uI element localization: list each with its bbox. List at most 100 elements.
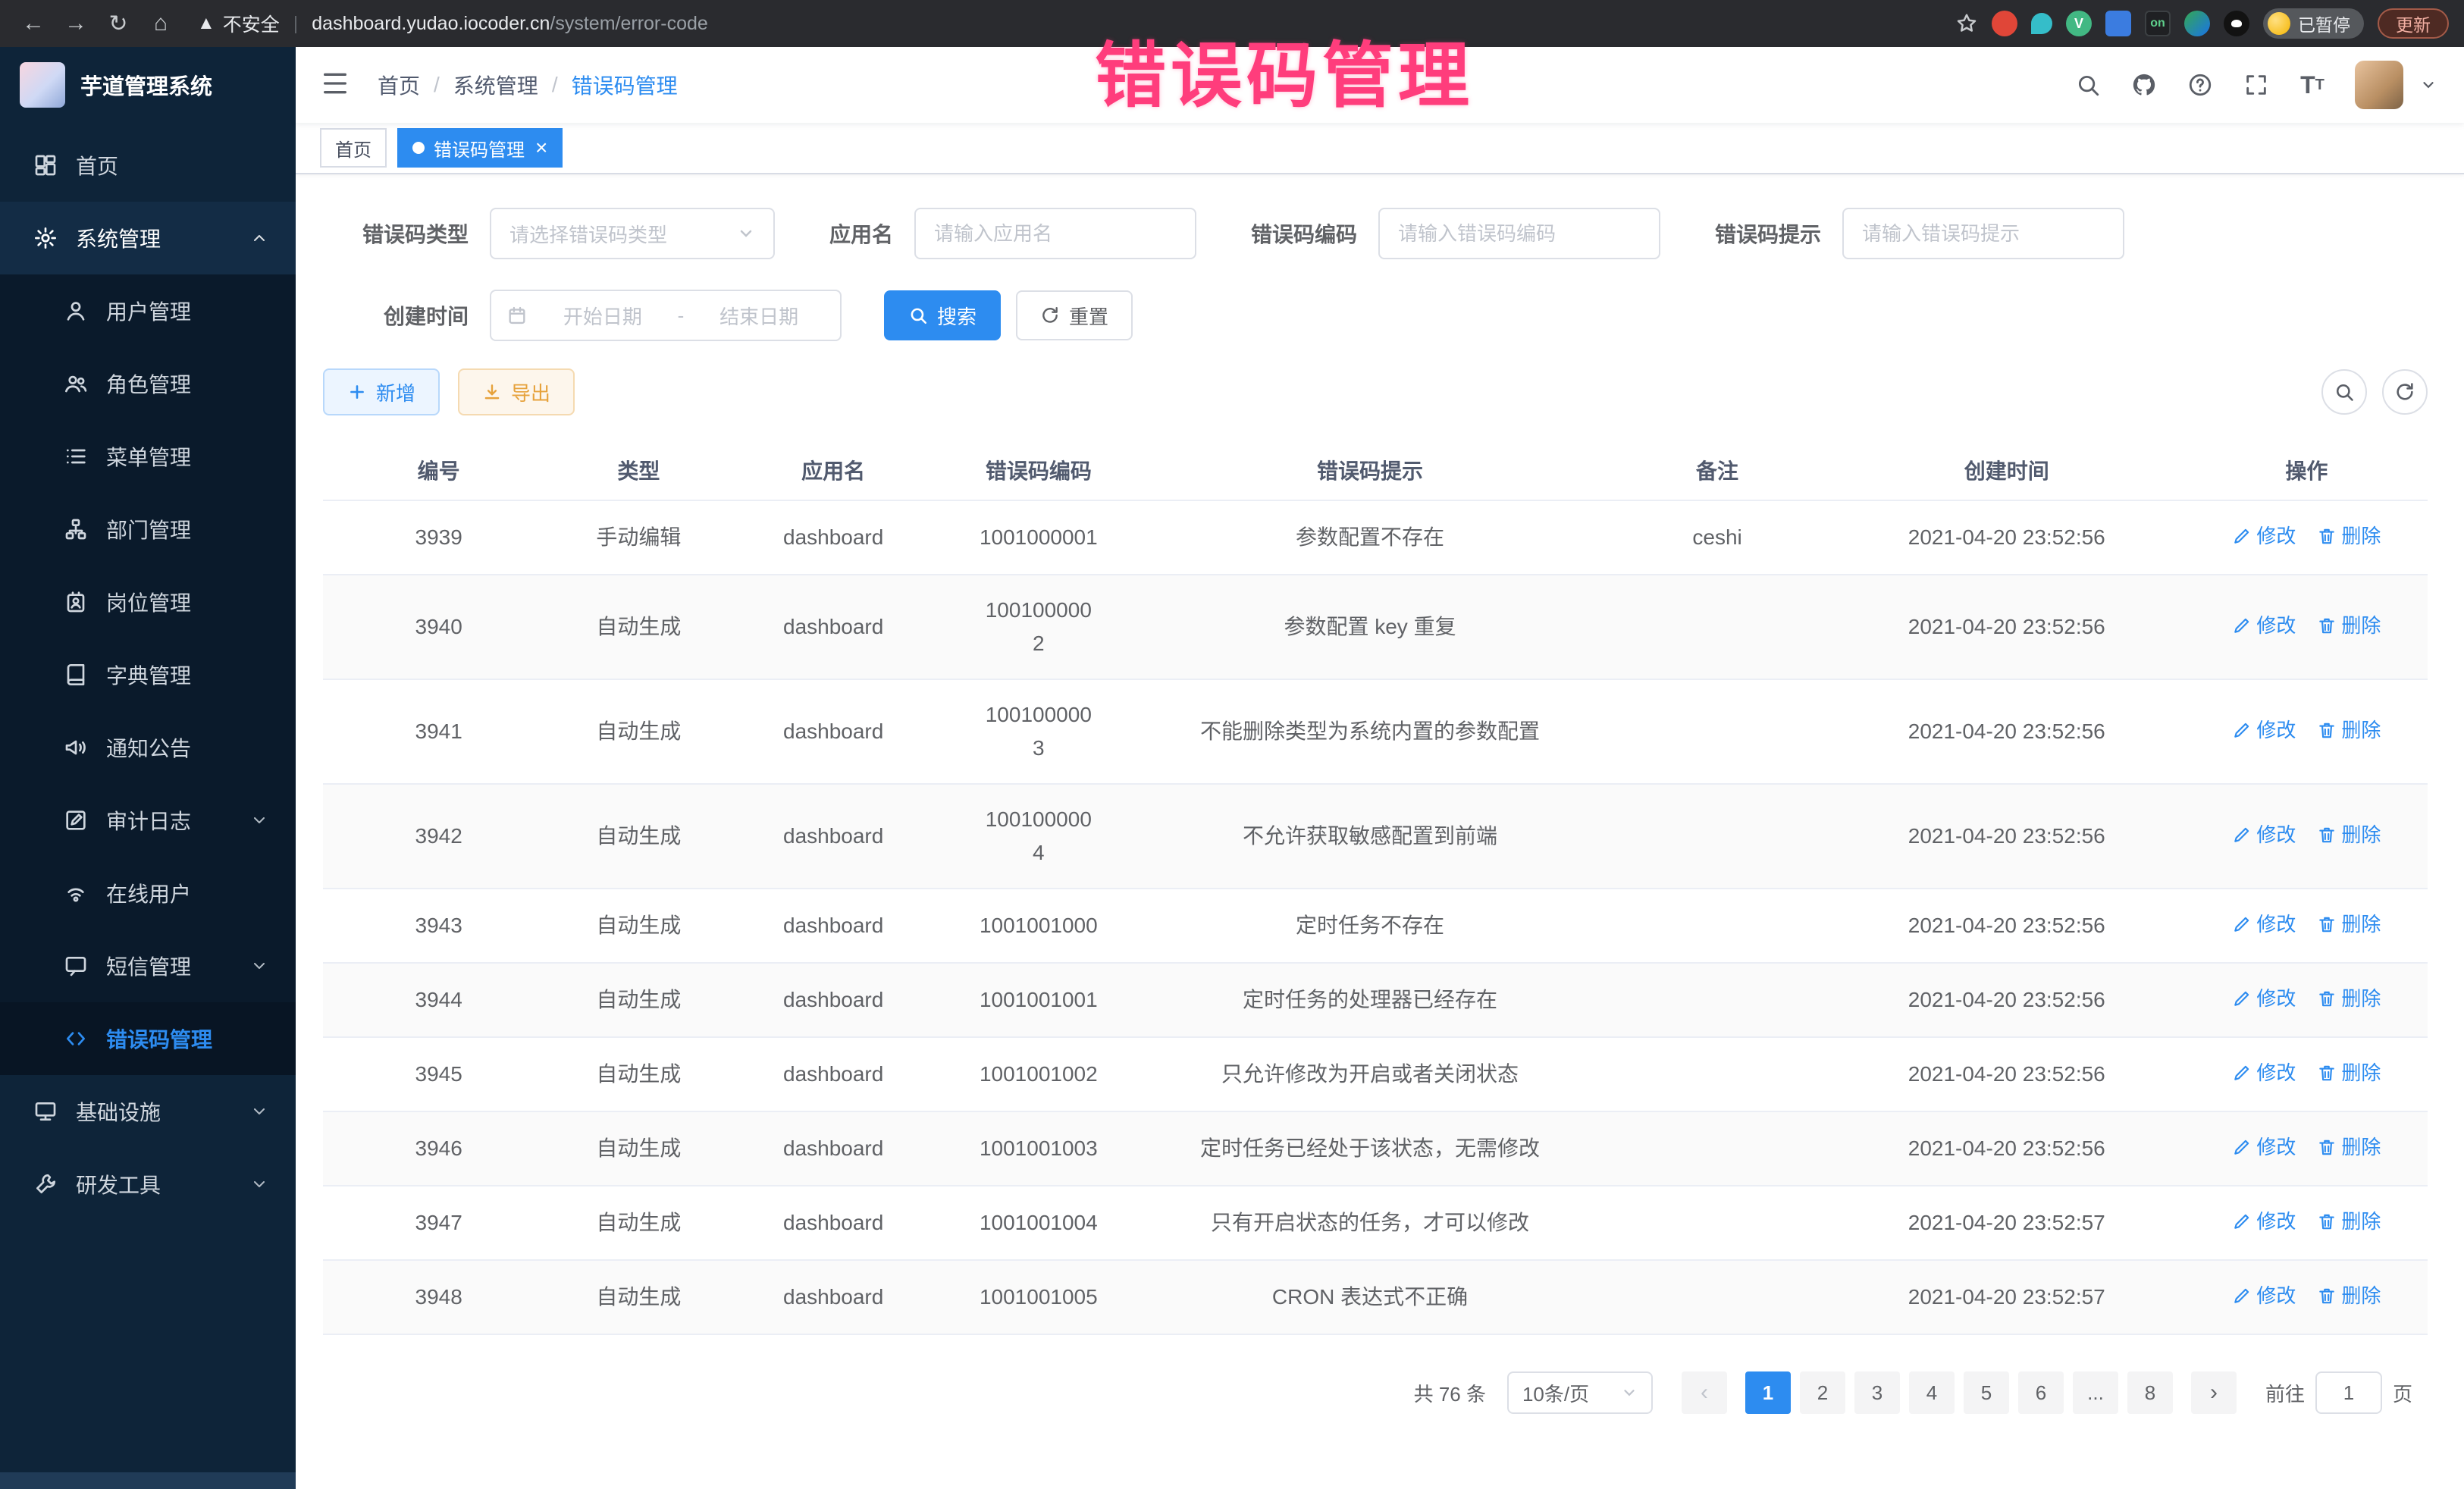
- help-icon[interactable]: [2180, 65, 2220, 105]
- cell-id: 3940: [323, 575, 554, 679]
- add-button[interactable]: 新增: [323, 368, 440, 415]
- sidebar-item[interactable]: 审计日志: [0, 784, 296, 857]
- sidebar-item[interactable]: 岗位管理: [0, 566, 296, 638]
- cell-error-hint: CRON 表达式不正确: [1133, 1260, 1607, 1334]
- cell-remark: [1607, 575, 1827, 679]
- edit-link[interactable]: 修改: [2232, 1279, 2296, 1312]
- delete-link[interactable]: 删除: [2317, 908, 2381, 941]
- error-hint-input[interactable]: [1842, 208, 2124, 259]
- edit-link[interactable]: 修改: [2232, 982, 2296, 1015]
- delete-link[interactable]: 删除: [2317, 818, 2381, 851]
- refresh-button[interactable]: [2382, 369, 2428, 415]
- page-button[interactable]: 4: [1909, 1371, 1955, 1414]
- delete-link[interactable]: 删除: [2317, 1130, 2381, 1164]
- edit-link[interactable]: 修改: [2232, 818, 2296, 851]
- green-blue-extension-icon[interactable]: [2184, 11, 2210, 36]
- export-button[interactable]: 导出: [458, 368, 575, 415]
- next-page-button[interactable]: ›: [2191, 1371, 2237, 1414]
- page-size-select[interactable]: 10条/页: [1507, 1371, 1653, 1414]
- edit-link[interactable]: 修改: [2232, 609, 2296, 642]
- fullscreen-icon[interactable]: [2237, 65, 2276, 105]
- sidebar-item[interactable]: 错误码管理: [0, 1002, 296, 1075]
- delete-link[interactable]: 删除: [2317, 1205, 2381, 1238]
- edit-link[interactable]: 修改: [2232, 1205, 2296, 1238]
- blue-extension-icon[interactable]: [2105, 11, 2131, 36]
- cell-error-hint: 定时任务的处理器已经存在: [1133, 963, 1607, 1037]
- cell-create-time: 2021-04-20 23:52:57: [1828, 1260, 2186, 1334]
- delete-link[interactable]: 删除: [2317, 713, 2381, 747]
- app-name-input[interactable]: [914, 208, 1196, 259]
- page-button[interactable]: 8: [2127, 1371, 2173, 1414]
- page-button[interactable]: 5: [1964, 1371, 2009, 1414]
- page-button[interactable]: 2: [1800, 1371, 1845, 1414]
- bookmark-star-icon[interactable]: [1955, 12, 1978, 35]
- sidebar-item[interactable]: 短信管理: [0, 929, 296, 1002]
- delete-link[interactable]: 删除: [2317, 519, 2381, 553]
- date-separator: -: [678, 304, 685, 328]
- sidebar-item[interactable]: 菜单管理: [0, 420, 296, 493]
- delete-link[interactable]: 删除: [2317, 1279, 2381, 1312]
- sidebar-item[interactable]: 部门管理: [0, 493, 296, 566]
- edit-link-label: 修改: [2256, 818, 2296, 851]
- error-code-input[interactable]: [1378, 208, 1660, 259]
- delete-link[interactable]: 删除: [2317, 982, 2381, 1015]
- forward-icon[interactable]: →: [58, 5, 94, 42]
- edit-link[interactable]: 修改: [2232, 908, 2296, 941]
- red-extension-icon[interactable]: [1992, 11, 2017, 36]
- delete-link[interactable]: 删除: [2317, 609, 2381, 642]
- paw-extension-icon[interactable]: [2224, 11, 2249, 36]
- proxy-extension-icon[interactable]: on: [2145, 11, 2171, 36]
- breadcrumb-separator: /: [552, 73, 558, 97]
- logo[interactable]: 芋道管理系统: [0, 47, 296, 123]
- user-avatar[interactable]: [2355, 61, 2403, 109]
- edit-link[interactable]: 修改: [2232, 1130, 2296, 1164]
- sidebar-item[interactable]: 用户管理: [0, 274, 296, 347]
- breadcrumb-item[interactable]: 系统管理: [453, 70, 538, 100]
- paused-badge[interactable]: 已暂停: [2263, 8, 2364, 39]
- cell-error-hint: 只允许修改为开启或者关闭状态: [1133, 1037, 1607, 1111]
- search-toggle-button[interactable]: [2321, 369, 2367, 415]
- security-label[interactable]: 不安全: [223, 10, 280, 37]
- reset-button[interactable]: 重置: [1016, 290, 1133, 340]
- github-icon[interactable]: [2124, 65, 2164, 105]
- teal-extension-icon[interactable]: [2031, 13, 2052, 34]
- reload-icon[interactable]: ↻: [100, 5, 136, 42]
- edit-link[interactable]: 修改: [2232, 519, 2296, 553]
- page-button[interactable]: 1: [1745, 1371, 1791, 1414]
- vue-devtools-extension-icon[interactable]: V: [2066, 11, 2092, 36]
- sidebar-item[interactable]: 基础设施: [0, 1075, 296, 1148]
- edit-link[interactable]: 修改: [2232, 1056, 2296, 1089]
- sidebar-item[interactable]: 首页: [0, 129, 296, 202]
- date-range-input[interactable]: 开始日期 - 结束日期: [490, 290, 842, 341]
- sidebar-item[interactable]: 系统管理: [0, 202, 296, 274]
- page-button[interactable]: 6: [2018, 1371, 2064, 1414]
- delete-link[interactable]: 删除: [2317, 1056, 2381, 1089]
- view-tab[interactable]: 错误码管理×: [397, 128, 563, 168]
- goto-page-input[interactable]: [2315, 1371, 2382, 1414]
- cell-type: 自动生成: [554, 1260, 723, 1334]
- breadcrumb-item[interactable]: 首页: [378, 70, 420, 100]
- sidebar-item[interactable]: 在线用户: [0, 857, 296, 929]
- sidebar-item[interactable]: 研发工具: [0, 1148, 296, 1221]
- cell-operations: 修改删除: [2186, 963, 2428, 1037]
- update-button[interactable]: 更新: [2378, 8, 2449, 39]
- back-icon[interactable]: ←: [15, 5, 52, 42]
- view-tab[interactable]: 首页: [320, 128, 387, 168]
- page-button[interactable]: 3: [1854, 1371, 1900, 1414]
- hamburger-icon[interactable]: [320, 68, 353, 102]
- search-icon[interactable]: [2068, 65, 2108, 105]
- address-bar[interactable]: ▲ 不安全 | dashboard.yudao.iocoder.cn/syste…: [197, 10, 708, 37]
- more-pages-button[interactable]: ...: [2073, 1371, 2118, 1414]
- error-type-select[interactable]: 请选择错误码类型: [490, 208, 775, 259]
- sidebar-item[interactable]: 字典管理: [0, 638, 296, 711]
- sidebar-item[interactable]: 角色管理: [0, 347, 296, 420]
- prev-page-button[interactable]: ‹: [1682, 1371, 1727, 1414]
- home-icon[interactable]: ⌂: [143, 5, 179, 42]
- sidebar-item[interactable]: 通知公告: [0, 711, 296, 784]
- edit-link[interactable]: 修改: [2232, 713, 2296, 747]
- chevron-down-icon[interactable]: [2420, 77, 2437, 93]
- tab-close-icon[interactable]: ×: [535, 137, 547, 158]
- font-size-icon[interactable]: TT: [2293, 65, 2332, 105]
- cell-error-hint: 参数配置 key 重复: [1133, 575, 1607, 679]
- search-button[interactable]: 搜索: [884, 290, 1001, 340]
